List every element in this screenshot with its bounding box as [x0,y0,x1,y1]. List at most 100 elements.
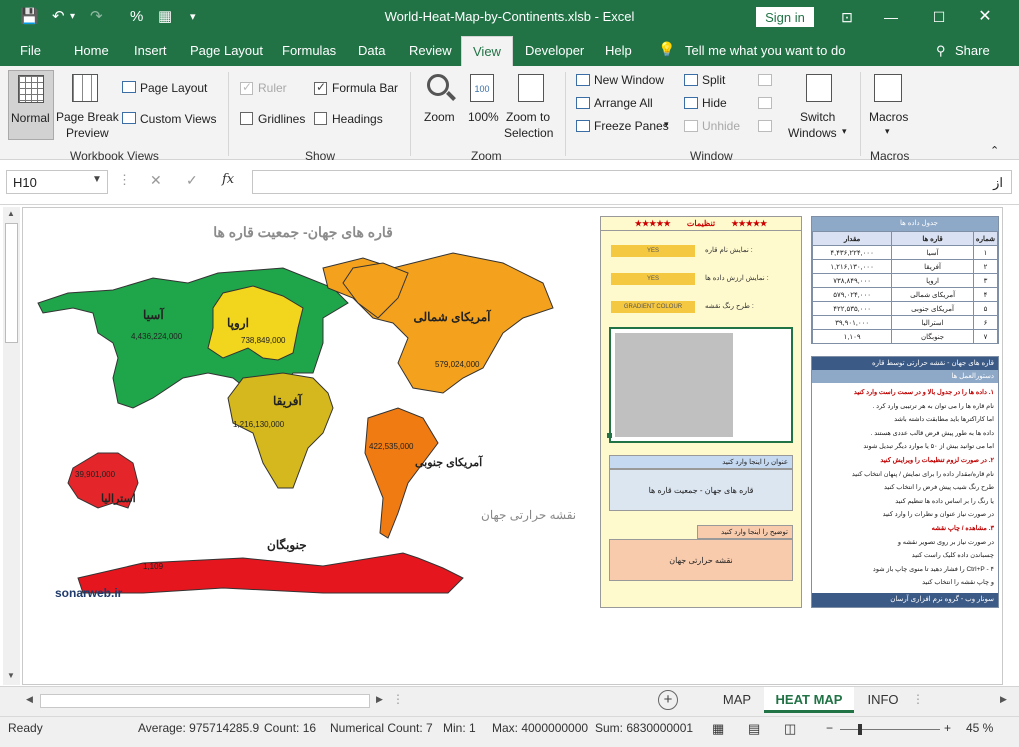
table-row[interactable]: ۷ جنوبگان ۱,۱۰۹ [811,329,999,344]
freeze-panes-chevron-icon[interactable]: ▾ [664,119,669,130]
row-continent: آمریکای جنوبی [891,301,974,316]
split-button[interactable]: Split [702,73,725,87]
table-row[interactable]: ۱ آسیا ۴,۴۳۶,۲۲۴,۰۰۰ [811,245,999,260]
page-layout-button[interactable]: Page Layout [140,81,207,95]
zoom-label: Zoom [424,110,455,124]
tab-help[interactable]: Help [605,43,632,58]
ruler-checkbox [240,80,253,95]
antarctica-value: 1,109 [143,562,164,571]
table-row[interactable]: ۴ آمریکای شمالی ۵۷۹,۰۲۴,۰۰۰ [811,287,999,302]
tab-developer[interactable]: Developer [525,43,584,58]
zoom-button[interactable]: Zoom [418,70,462,140]
row-value: ۳۹,۹۰۱,۰۰۰ [811,315,893,330]
minimize-icon[interactable]: — [880,6,902,28]
save-icon[interactable]: 💾 [20,8,39,26]
asia-value: 4,436,224,000 [131,332,183,341]
switch-windows-button[interactable]: Switch Windows ▾ [788,70,852,140]
tab-page-layout[interactable]: Page Layout [190,43,263,58]
maximize-icon[interactable]: ☐ [928,6,950,28]
close-icon[interactable]: ✕ [974,6,996,28]
ruler-label: Ruler [258,81,287,95]
show-values-value[interactable]: YES [611,273,695,285]
formula-bar-checkbox[interactable] [314,80,327,95]
description-input-cell[interactable]: نقشه حرارتی جهان [609,539,793,581]
title-input-cell[interactable]: قاره های جهان - جمعیت قاره ها [609,469,793,511]
sign-in-button[interactable]: Sign in [756,7,814,27]
tell-me-box[interactable]: Tell me what you want to do [685,43,845,58]
color-scheme-value[interactable]: GRADIENT COLOUR [611,301,695,313]
table-row[interactable]: ۳ اروپا ۷۳۸,۸۴۹,۰۰۰ [811,273,999,288]
share-button[interactable]: Share [955,43,990,58]
magnifier-handle [446,91,456,101]
calculator-icon[interactable]: ▦ [158,8,172,26]
normal-view-button[interactable]: Normal [8,70,54,140]
vertical-scroll-thumb[interactable] [5,223,18,343]
normal-view-status-icon[interactable]: ▦ [712,721,724,737]
undo-icon[interactable]: ↶ [52,8,65,26]
preview-box[interactable] [607,327,793,443]
redo-icon: ↷ [90,8,103,25]
custom-views-button[interactable]: Custom Views [140,112,216,126]
zoom-in-button[interactable]: + [944,721,951,735]
tab-view[interactable]: View [461,36,513,66]
zoom-to-selection-button[interactable]: Zoom to Selection [504,70,560,140]
table-row[interactable]: ۲ آفریقا ۱,۲۱۶,۱۳۰,۰۰۰ [811,259,999,274]
zoom-100-button[interactable]: 100 100% [464,70,502,140]
formula-input[interactable]: از [252,170,1012,194]
show-names-value[interactable]: YES [611,245,695,257]
worksheet-grid[interactable]: قاره های جهان- جمعیت قاره ها آسیا 4,436,… [22,207,1003,685]
collapse-ribbon-icon[interactable]: ⌃ [990,144,999,157]
headings-checkbox[interactable] [314,112,327,125]
tab-file[interactable]: File [20,43,41,58]
instruction-line: در صورت نیاز بر روی تصویر نقشه و [897,538,994,546]
scroll-down-icon[interactable]: ▼ [7,671,15,680]
share-icon[interactable]: ⚲ [936,43,946,59]
tab-split-grip-icon[interactable]: ⋮ [392,692,404,706]
percent-style-icon[interactable]: % [130,8,143,26]
scroll-up-icon[interactable]: ▲ [7,209,15,218]
horizontal-scroll-thumb[interactable] [40,694,370,708]
zoom-slider-thumb[interactable] [858,724,862,735]
resize-handle[interactable] [607,433,612,438]
page-break-preview-button[interactable]: Page Break Preview [56,70,119,140]
zoom-slider[interactable] [840,729,940,730]
new-window-button[interactable]: New Window [594,73,664,87]
arrange-all-button[interactable]: Arrange All [594,96,653,110]
tabs-scroll-right-icon[interactable]: ▶ [1000,694,1007,705]
tab-home[interactable]: Home [74,43,109,58]
macros-button[interactable]: Macros ▾ [866,70,912,148]
row-continent: جنوبگان [891,329,974,344]
tab-data[interactable]: Data [358,43,385,58]
hide-button[interactable]: Hide [702,96,727,110]
table-row[interactable]: ۵ آمریکای جنوبی ۴۲۲,۵۳۵,۰۰۰ [811,301,999,316]
tab-insert[interactable]: Insert [134,43,167,58]
europe-label: اروپا [227,316,249,330]
new-sheet-button[interactable]: + [658,690,678,710]
sheet-tab-map[interactable]: MAP [712,687,762,713]
tab-review[interactable]: Review [409,43,452,58]
zoom-level[interactable]: 45 % [966,721,993,735]
ribbon-display-options-icon[interactable]: ⊡ [836,6,858,28]
freeze-panes-button[interactable]: Freeze Panes [594,119,669,133]
cancel-icon[interactable]: ✕ [150,172,162,189]
page-break-status-icon[interactable]: ◫ [784,721,796,737]
customize-qat-icon[interactable]: ▾ [190,8,196,26]
scroll-left-icon[interactable]: ◀ [26,694,33,705]
sheet-tab-info[interactable]: INFO [858,687,908,713]
south-america-label: آمریکای جنوبی [415,457,483,469]
enter-icon[interactable]: ✓ [186,172,198,189]
vertical-scrollbar[interactable]: ▲ ▼ [3,207,20,685]
tab-formulas[interactable]: Formulas [282,43,336,58]
zoom-out-button[interactable]: − [826,721,833,735]
page-layout-status-icon[interactable]: ▤ [748,721,760,737]
name-box-dropdown-icon[interactable]: ▼ [92,174,102,185]
sheet-tab-heat-map[interactable]: HEAT MAP [764,687,854,713]
insert-function-icon[interactable]: fx [222,172,234,187]
gridlines-checkbox[interactable] [240,112,253,125]
status-sum: Sum: 6830000001 [595,721,694,735]
table-row[interactable]: ۶ استرالیا ۳۹,۹۰۱,۰۰۰ [811,315,999,330]
scroll-right-icon[interactable]: ▶ [376,694,383,705]
undo-dropdown-icon[interactable]: ▾ [70,8,75,26]
credit-text: sonarweb.ir [55,586,123,600]
formula-bar-grip-icon: ⋮ [118,172,131,187]
